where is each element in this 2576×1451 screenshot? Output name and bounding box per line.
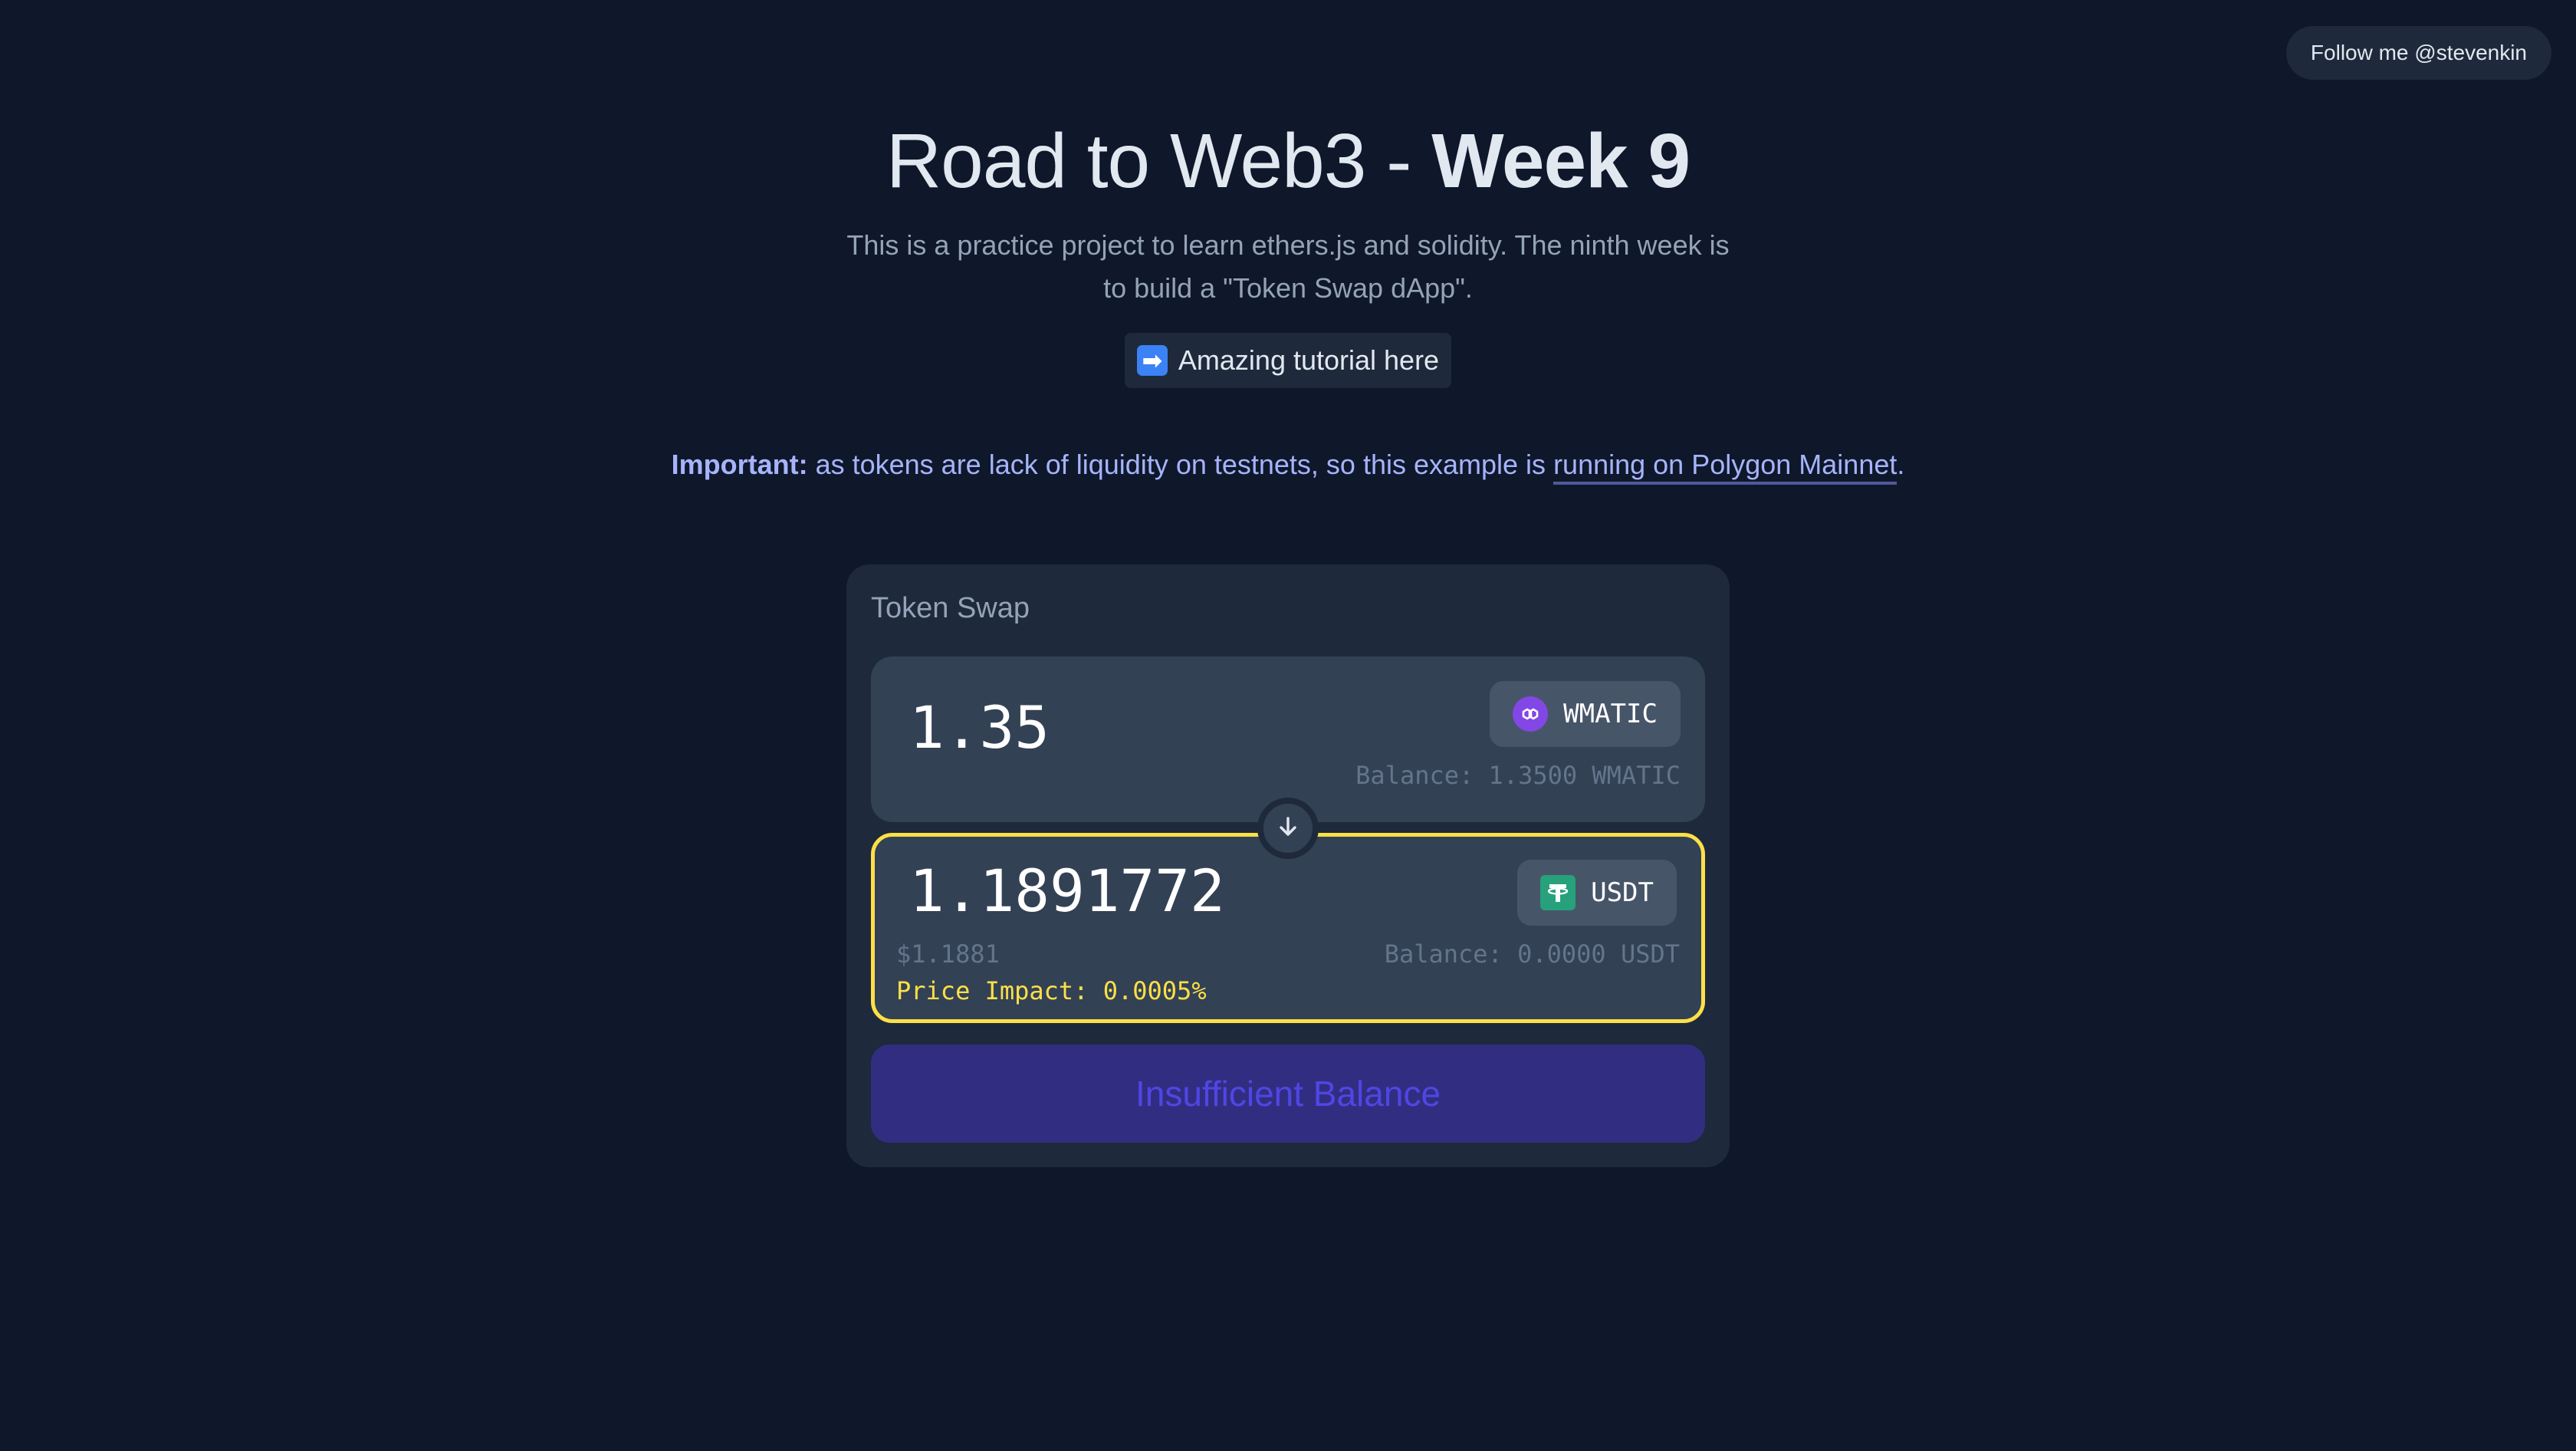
from-token-selector[interactable]: WMATIC [1490,681,1681,747]
polygon-mainnet-link[interactable]: running on Polygon Mainnet [1553,449,1898,485]
arrow-right-icon: ➡ [1136,345,1168,376]
from-token-symbol: WMATIC [1563,699,1658,729]
title-week: Week 9 [1431,118,1691,204]
important-notice: Important: as tokens are lack of liquidi… [0,449,2576,485]
tutorial-label: Amazing tutorial here [1178,344,1440,376]
token-swap-card: Token Swap WMATIC Balance: 1.3500 WMATIC [846,564,1730,1167]
notice-strong: Important: [671,449,808,480]
swap-direction-button[interactable] [1257,798,1319,859]
to-amount-output[interactable] [908,860,1371,923]
arrow-down-icon [1274,813,1302,844]
from-amount-input[interactable] [908,696,1371,759]
card-title: Token Swap [871,592,1030,624]
to-usd-value: $1.1881 [896,939,1000,969]
follow-label: Follow me @stevenkin [2310,41,2527,64]
follow-button[interactable]: Follow me @stevenkin [2285,26,2551,80]
insufficient-balance-button[interactable]: Insufficient Balance [871,1045,1705,1143]
swap-to-panel: USDT $1.1881 Balance: 0.0000 USDT Price … [871,833,1705,1023]
polygon-matic-icon [1513,696,1549,732]
price-impact: Price Impact: 0.0005% [896,976,1207,1005]
from-balance: Balance: 1.3500 WMATIC [1355,761,1681,790]
to-balance: Balance: 0.0000 USDT [1384,939,1680,969]
tutorial-link[interactable]: ➡ Amazing tutorial here [1124,333,1452,388]
notice-end: . [1897,449,1905,480]
page-title: Road to Web3 - Week 9 [0,115,2576,207]
title-main: Road to Web3 - [886,118,1432,204]
notice-text: as tokens are lack of liquidity on testn… [807,449,1554,480]
tether-usdt-icon [1540,875,1576,910]
to-token-symbol: USDT [1591,877,1654,908]
page-subtitle: This is a practice project to learn ethe… [846,229,1730,304]
page-header: Road to Web3 - Week 9 This is a practice… [0,115,2576,388]
to-token-selector[interactable]: USDT [1517,860,1677,926]
